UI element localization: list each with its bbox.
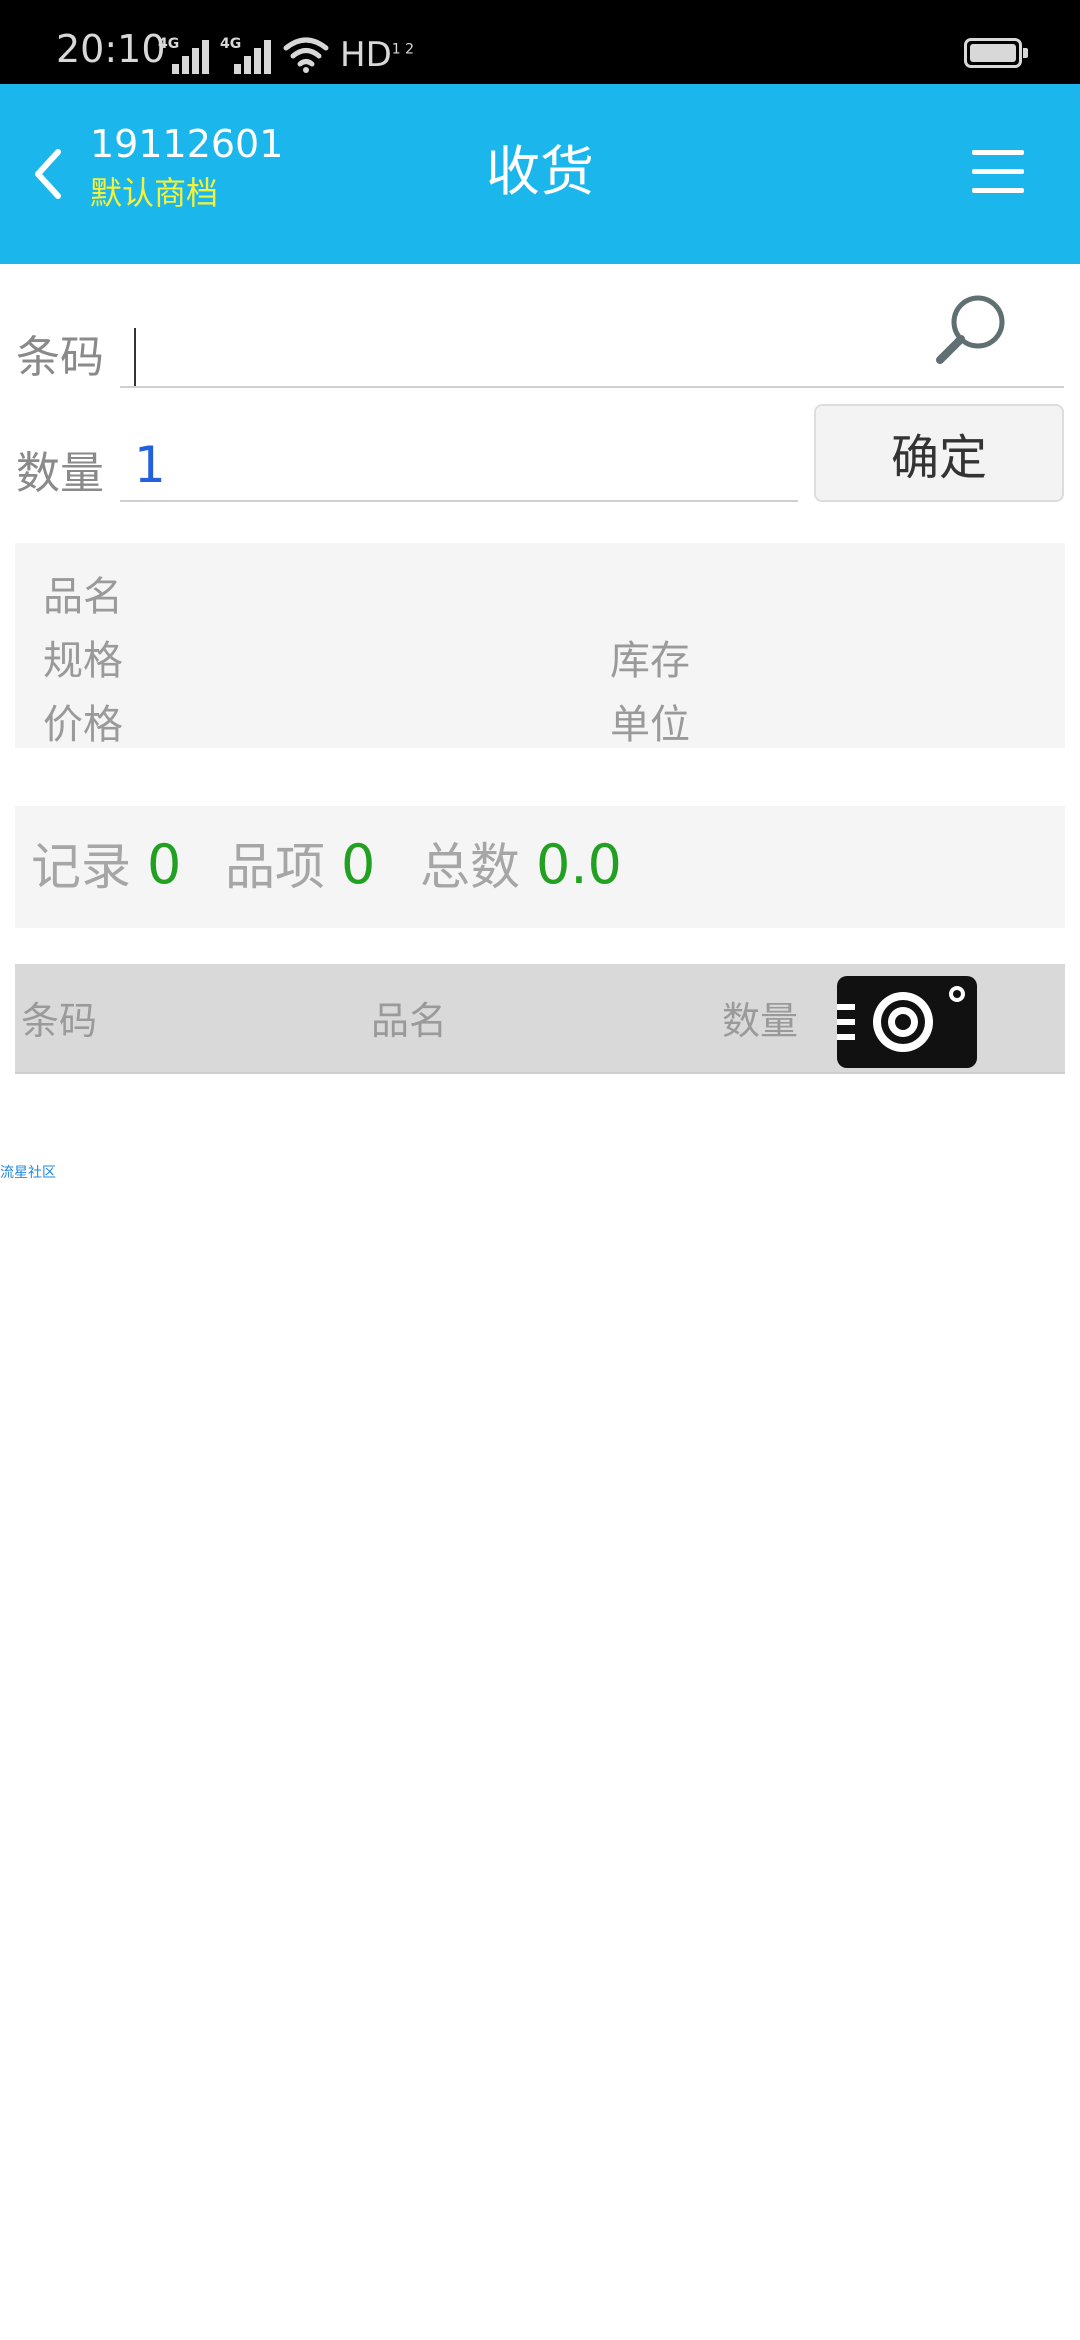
status-time: 20:10	[56, 27, 166, 71]
records-count: 0	[147, 833, 182, 896]
network-type-1: 4G	[158, 36, 180, 52]
confirm-button[interactable]: 确定	[814, 404, 1064, 502]
unit-label: 单位	[610, 702, 690, 748]
records-label: 记录	[31, 838, 131, 896]
column-quantity: 数量	[722, 999, 799, 1043]
total-label: 总数	[420, 838, 520, 896]
page-title: 收货	[486, 140, 594, 203]
magnifier-icon[interactable]	[928, 288, 1010, 370]
summary-panel: 记录 0 品项 0 总数 0.0	[15, 806, 1065, 928]
column-barcode: 条码	[21, 999, 98, 1043]
barcode-underline	[120, 386, 1064, 388]
items-count: 0	[341, 833, 376, 896]
network-type-2: 4G	[220, 36, 242, 52]
product-name-label: 品名	[43, 574, 123, 620]
price-label: 价格	[43, 702, 123, 748]
quantity-input[interactable]: 1	[134, 440, 166, 490]
signal-icon: 4G	[220, 36, 272, 74]
hd-text: HD	[340, 35, 392, 75]
quantity-underline	[120, 500, 798, 502]
camera-scan-icon	[837, 986, 965, 1052]
text-caret	[134, 328, 136, 388]
barcode-label: 条码	[16, 332, 104, 383]
table-header: 条码 品名 数量	[15, 964, 1065, 1074]
column-product-name: 品名	[371, 999, 448, 1043]
app-header: 19112601 默认商档 收货	[0, 84, 1080, 264]
stock-label: 库存	[610, 638, 690, 684]
hd-sup: 1 2	[391, 41, 415, 58]
signal-icon: 4G	[158, 36, 210, 74]
wifi-icon	[283, 37, 329, 73]
camera-scan-button[interactable]	[837, 976, 977, 1068]
spec-label: 规格	[43, 638, 123, 684]
hd-indicator: HD1 2	[340, 38, 414, 72]
items-label: 品项	[225, 838, 325, 896]
barcode-input[interactable]	[120, 320, 920, 386]
status-icons: 4G 4G HD1 2	[158, 34, 414, 74]
product-info-panel: 品名 规格 库存 价格 单位	[15, 543, 1065, 748]
status-bar: 20:10 4G 4G HD1 2	[0, 0, 1080, 84]
total-count: 0.0	[536, 833, 622, 896]
battery-icon	[964, 38, 1028, 68]
hamburger-menu-icon[interactable]	[972, 150, 1024, 194]
quantity-label: 数量	[16, 448, 104, 499]
footer-link[interactable]: 流星社区	[0, 1162, 56, 1182]
